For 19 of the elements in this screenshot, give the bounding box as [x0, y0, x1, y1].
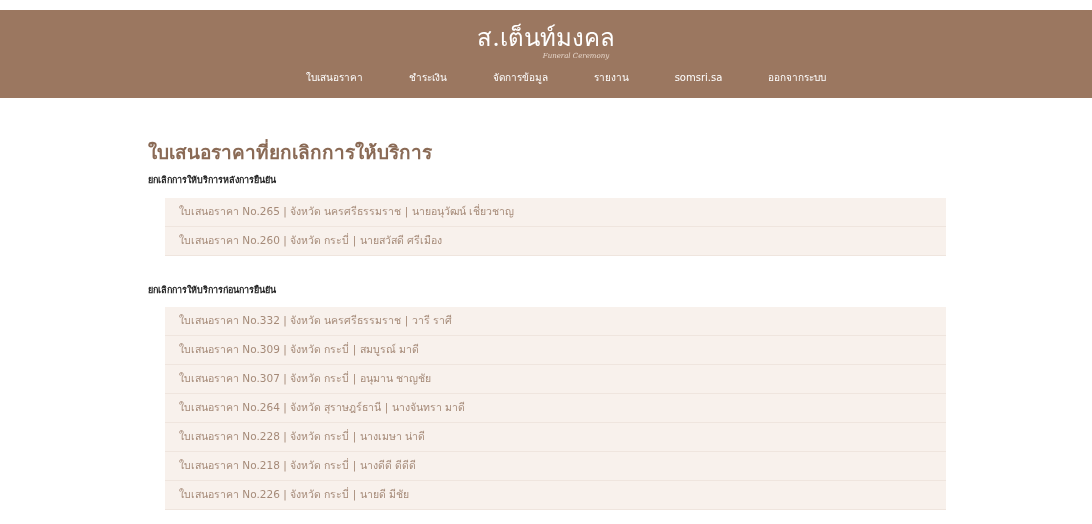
- quotation-list-item[interactable]: ใบเสนอราคา No.264 | จังหวัด สุราษฎร์ธานี | นางจันทรา มาดี: [165, 394, 946, 423]
- quotation-list-item[interactable]: ใบเสนอราคา No.265 | จังหวัด นครศรีธรรมราช | นายอนุวัฒน์ เชี่ยวชาญ: [165, 197, 946, 227]
- quotation-list-item[interactable]: ใบเสนอราคา No.228 | จังหวัด กระบี่ | นางเมษา น่าดี: [165, 423, 946, 452]
- nav-link[interactable]: ชำระเงิน: [408, 70, 447, 85]
- nav-link[interactable]: somsri.sa: [674, 70, 723, 85]
- logo-text: ส.เต็นท์มงคล: [477, 24, 615, 52]
- quotation-list-item[interactable]: ใบเสนอราคา No.260 | จังหวัด กระบี่ | นายสวัสดี ศรีเมือง: [165, 226, 946, 256]
- section-heading: ยกเลิกการให้บริการหลังการยืนยัน: [148, 174, 277, 187]
- quotation-list-item[interactable]: ใบเสนอราคา No.226 | จังหวัด กระบี่ | นายดี มีชัย: [165, 481, 946, 510]
- nav-link[interactable]: ใบเสนอราคา: [305, 70, 363, 85]
- section-heading: ยกเลิกการให้บริการก่อนการยืนยัน: [148, 283, 277, 297]
- quotation-list-item[interactable]: ใบเสนอราคา No.309 | จังหวัด กระบี่ | สมบูรณ์ มาดี: [165, 336, 946, 365]
- nav-link[interactable]: จัดการข้อมูล: [492, 70, 548, 85]
- quotation-list-item[interactable]: ใบเสนอราคา No.332 | จังหวัด นครศรีธรรมราช | วารี ราศี: [165, 307, 946, 336]
- page-title: ใบเสนอราคาที่ยกเลิกการให้บริการ: [148, 140, 433, 164]
- quotation-list-item[interactable]: ใบเสนอราคา No.307 | จังหวัด กระบี่ | อนุมาน ชาญชัย: [165, 365, 946, 394]
- quotation-list-item[interactable]: ใบเสนอราคา No.218 | จังหวัด กระบี่ | นางดีดี ดีดีดี: [165, 452, 946, 481]
- nav-link[interactable]: ออกจากระบบ: [768, 70, 827, 85]
- nav-link[interactable]: รายงาน: [593, 70, 629, 85]
